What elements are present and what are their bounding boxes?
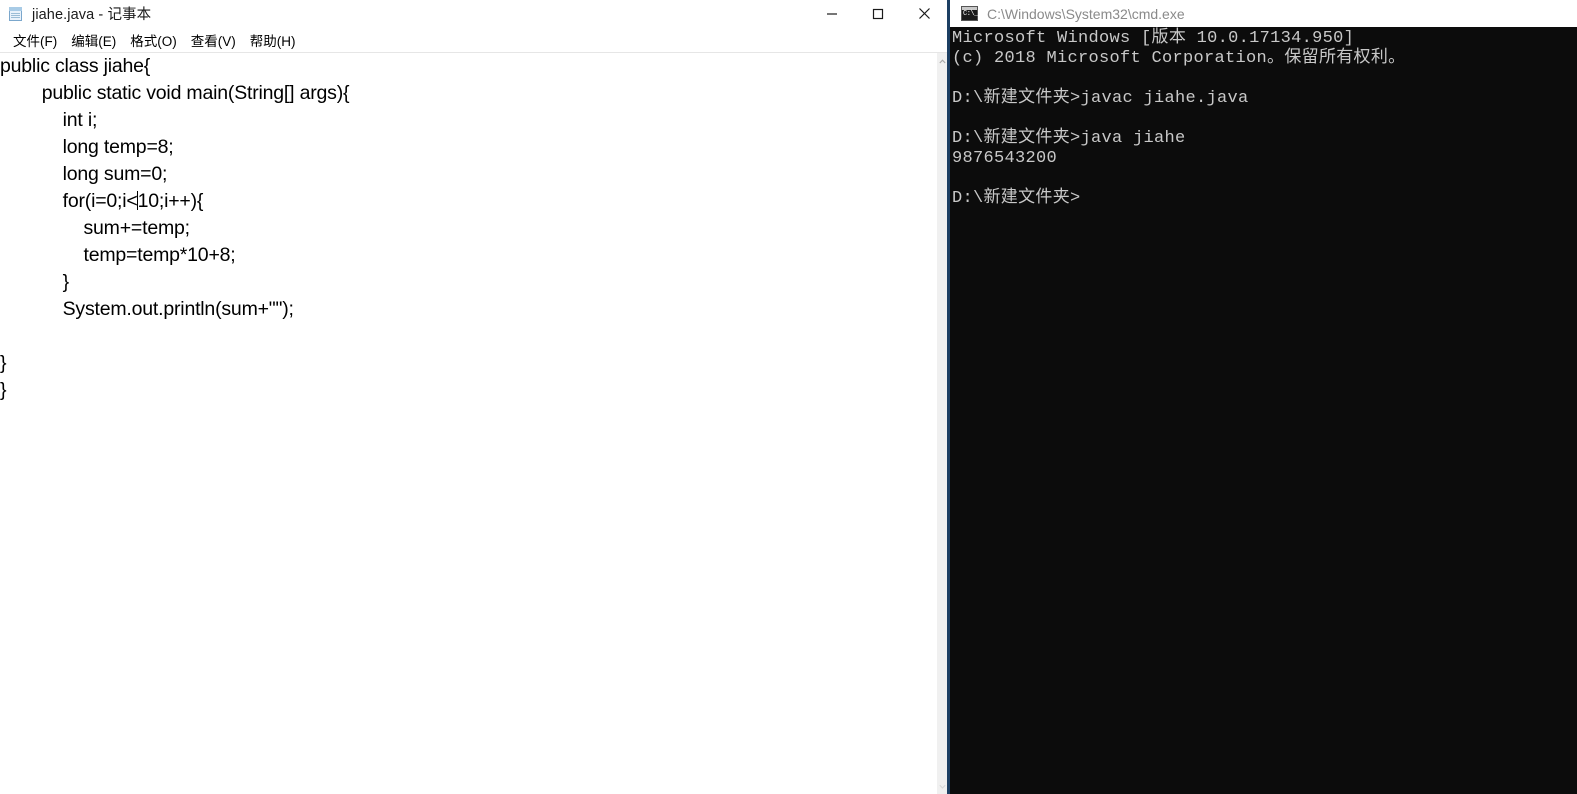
code-line: } <box>0 379 7 401</box>
maximize-icon <box>872 8 884 19</box>
cmd-titlebar[interactable]: C:\_ C:\Windows\System32\cmd.exe <box>947 0 1577 27</box>
code-line: long temp=8; <box>0 136 174 158</box>
console-line: D:\新建文件夹>java jiahe <box>952 129 1186 148</box>
console-line: (c) 2018 Microsoft Corporation。保留所有权利。 <box>952 49 1406 68</box>
console-line: D:\新建文件夹>javac jiahe.java <box>952 89 1249 108</box>
chevron-down-icon <box>938 784 946 789</box>
scroll-down-arrow-icon[interactable] <box>937 778 947 794</box>
code-line: temp=temp*10+8; <box>0 244 236 266</box>
code-line: for(i=0;i<10;i++){ <box>0 190 204 212</box>
menu-item-help[interactable]: 帮助(H) <box>243 28 303 52</box>
close-icon <box>918 8 930 19</box>
code-line: public static void main(String[] args){ <box>0 82 350 104</box>
cmd-window: C:\_ C:\Windows\System32\cmd.exe Microso… <box>947 0 1577 794</box>
notepad-titlebar[interactable]: jiahe.java - 记事本 <box>0 0 947 27</box>
code-line: public class jiahe{ <box>0 55 151 77</box>
code-line: sum+=temp; <box>0 217 190 239</box>
notepad-window: jiahe.java - 记事本 文件(F) 编辑(E) 格式(O) 查看(V)… <box>0 0 947 794</box>
notepad-menubar: 文件(F) 编辑(E) 格式(O) 查看(V) 帮助(H) <box>0 27 947 52</box>
code-line: } <box>0 352 7 374</box>
cmd-console-output-area[interactable]: Microsoft Windows [版本 10.0.17134.950] (c)… <box>947 27 1577 794</box>
notepad-vertical-scrollbar[interactable] <box>937 53 947 794</box>
notepad-window-controls <box>809 0 947 27</box>
desktop-root: jiahe.java - 记事本 文件(F) 编辑(E) 格式(O) 查看(V)… <box>0 0 1577 794</box>
console-line: D:\新建文件夹> <box>952 189 1081 208</box>
code-content: public class jiahe{ public static void m… <box>0 53 937 404</box>
code-line: } <box>0 271 70 293</box>
code-line: int i; <box>0 109 98 131</box>
scroll-up-arrow-icon[interactable] <box>937 53 947 69</box>
chevron-up-icon <box>938 58 946 63</box>
maximize-button[interactable] <box>855 0 901 27</box>
notepad-title-text: jiahe.java - 记事本 <box>32 7 152 23</box>
menu-item-view[interactable]: 查看(V) <box>184 28 243 52</box>
notepad-icon <box>8 6 24 22</box>
minimize-button[interactable] <box>809 0 855 27</box>
menu-item-format[interactable]: 格式(O) <box>123 28 184 52</box>
close-button[interactable] <box>901 0 947 27</box>
console-line: Microsoft Windows [版本 10.0.17134.950] <box>952 29 1355 48</box>
menu-item-edit[interactable]: 编辑(E) <box>64 28 123 52</box>
code-line: System.out.println(sum+""); <box>0 298 294 320</box>
cmd-console-text: Microsoft Windows [版本 10.0.17134.950] (c)… <box>950 27 1577 209</box>
cmd-title-text: C:\Windows\System32\cmd.exe <box>987 5 1185 22</box>
minimize-icon <box>827 12 837 15</box>
notepad-text-area[interactable]: public class jiahe{ public static void m… <box>0 53 937 794</box>
menu-item-file[interactable]: 文件(F) <box>6 28 64 52</box>
text-caret <box>137 191 139 210</box>
code-line: long sum=0; <box>0 163 168 185</box>
cmd-console-icon: C:\_ <box>961 6 978 21</box>
console-line: 9876543200 <box>952 149 1058 168</box>
